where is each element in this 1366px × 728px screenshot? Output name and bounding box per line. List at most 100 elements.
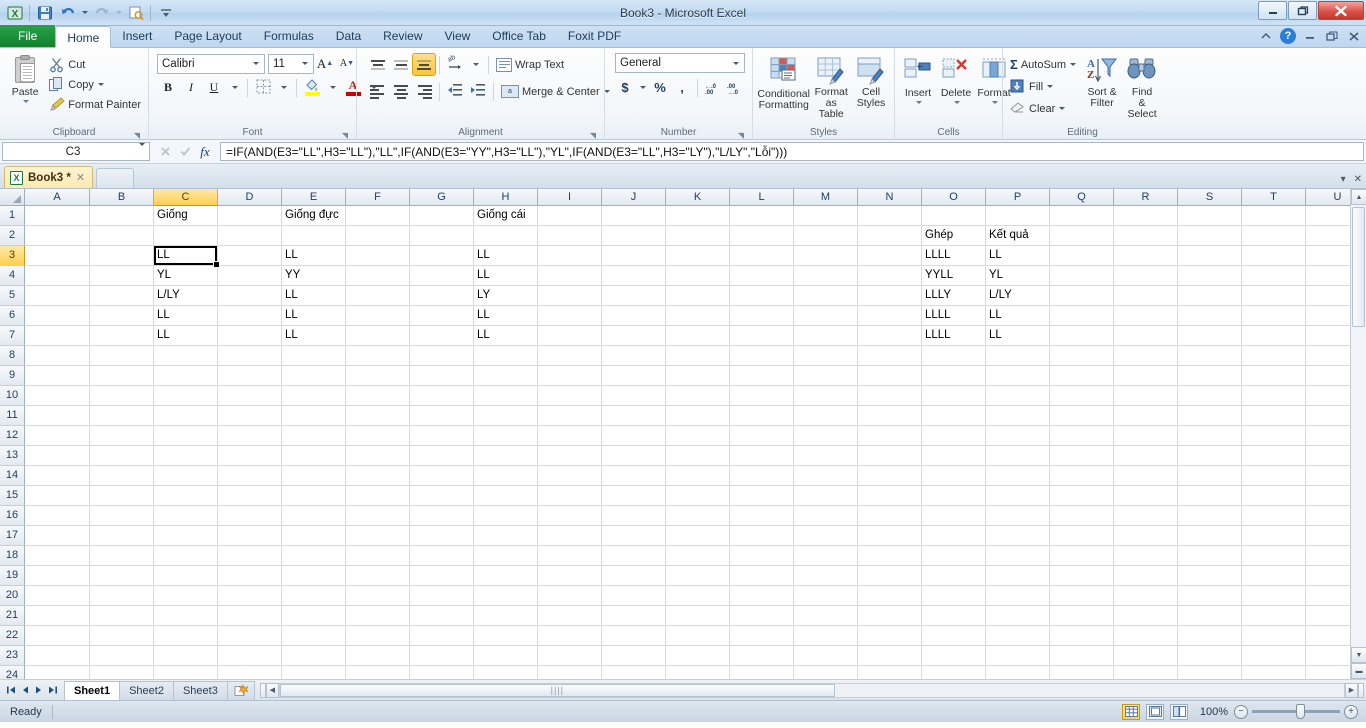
cell-H15[interactable]	[474, 486, 538, 506]
cell-G2[interactable]	[410, 226, 474, 246]
cell-D20[interactable]	[218, 586, 282, 606]
cell-J8[interactable]	[602, 346, 666, 366]
cell-H17[interactable]	[474, 526, 538, 546]
cell-P9[interactable]	[986, 366, 1050, 386]
cell-J14[interactable]	[602, 466, 666, 486]
ribbon-tab-home[interactable]: Home	[55, 26, 112, 48]
cancel-formula-icon[interactable]	[156, 143, 174, 161]
cell-I21[interactable]	[538, 606, 602, 626]
cell-P24[interactable]	[986, 666, 1050, 679]
cell-J15[interactable]	[602, 486, 666, 506]
cell-O3[interactable]: LLLL	[922, 246, 986, 266]
cell-M23[interactable]	[794, 646, 858, 666]
increase-indent-button[interactable]	[467, 81, 489, 102]
cell-A3[interactable]	[25, 246, 90, 266]
column-header-o[interactable]: O	[922, 189, 986, 206]
cell-Q7[interactable]	[1050, 326, 1114, 346]
column-header-s[interactable]: S	[1178, 189, 1242, 206]
cell-E21[interactable]	[282, 606, 346, 626]
cell-O13[interactable]	[922, 446, 986, 466]
cell-N19[interactable]	[858, 566, 922, 586]
alignment-dialog-launcher[interactable]: ◥	[588, 129, 598, 140]
cell-I10[interactable]	[538, 386, 602, 406]
cell-K9[interactable]	[666, 366, 730, 386]
cell-F20[interactable]	[346, 586, 410, 606]
cell-N14[interactable]	[858, 466, 922, 486]
cell-F1[interactable]	[346, 206, 410, 226]
cell-B7[interactable]	[90, 326, 154, 346]
cell-G18[interactable]	[410, 546, 474, 566]
column-header-t[interactable]: T	[1242, 189, 1306, 206]
cell-D12[interactable]	[218, 426, 282, 446]
cell-F14[interactable]	[346, 466, 410, 486]
cell-A23[interactable]	[25, 646, 90, 666]
cell-S12[interactable]	[1178, 426, 1242, 446]
cell-P20[interactable]	[986, 586, 1050, 606]
cell-B3[interactable]	[90, 246, 154, 266]
row-header-20[interactable]: 20	[0, 586, 25, 606]
wrap-text-button[interactable]: Wrap Text	[493, 55, 567, 74]
column-header-b[interactable]: B	[90, 189, 154, 206]
ribbon-tab-strip[interactable]: File Home Insert Page Layout Formulas Da…	[0, 25, 1366, 48]
cell-C15[interactable]	[154, 486, 218, 506]
sheet-tab-sheet3[interactable]: Sheet3	[172, 680, 228, 700]
worksheet-grid[interactable]: ABCDEFGHIJKLMNOPQRSTU 1 2 3 4 5 6 7 8 9 10 11 12 13 1…	[0, 189, 1366, 679]
cell-G24[interactable]	[410, 666, 474, 679]
cell-O17[interactable]	[922, 526, 986, 546]
customize-qat-icon[interactable]	[155, 2, 176, 23]
cell-J18[interactable]	[602, 546, 666, 566]
cell-P5[interactable]: L/LY	[986, 286, 1050, 306]
fill-color-dropdown-icon[interactable]	[324, 77, 341, 98]
cell-A5[interactable]	[25, 286, 90, 306]
cell-C14[interactable]	[154, 466, 218, 486]
cell-C13[interactable]	[154, 446, 218, 466]
cell-L5[interactable]	[730, 286, 794, 306]
cell-I20[interactable]	[538, 586, 602, 606]
clear-button[interactable]: Clear	[1007, 98, 1079, 119]
cell-D2[interactable]	[218, 226, 282, 246]
cell-H11[interactable]	[474, 406, 538, 426]
cell-O9[interactable]	[922, 366, 986, 386]
cell-S22[interactable]	[1178, 626, 1242, 646]
cell-P11[interactable]	[986, 406, 1050, 426]
cell-E18[interactable]	[282, 546, 346, 566]
format-painter-button[interactable]: Format Painter	[46, 95, 144, 114]
cell-I11[interactable]	[538, 406, 602, 426]
column-header-g[interactable]: G	[410, 189, 474, 206]
next-sheet-icon[interactable]	[33, 683, 45, 697]
cell-J19[interactable]	[602, 566, 666, 586]
office-tab-bar[interactable]: X Book3 * ✕ ▾ ✕	[0, 164, 1366, 189]
cell-I14[interactable]	[538, 466, 602, 486]
cell-P21[interactable]	[986, 606, 1050, 626]
cell-L1[interactable]	[730, 206, 794, 226]
cell-O6[interactable]: LLLL	[922, 306, 986, 326]
cell-styles-button[interactable]: Cell Styles	[852, 55, 890, 111]
cell-O19[interactable]	[922, 566, 986, 586]
cell-D8[interactable]	[218, 346, 282, 366]
cell-A10[interactable]	[25, 386, 90, 406]
cell-D19[interactable]	[218, 566, 282, 586]
cell-I13[interactable]	[538, 446, 602, 466]
cell-B6[interactable]	[90, 306, 154, 326]
cell-P22[interactable]	[986, 626, 1050, 646]
cell-E15[interactable]	[282, 486, 346, 506]
cell-K14[interactable]	[666, 466, 730, 486]
cell-L12[interactable]	[730, 426, 794, 446]
cell-J5[interactable]	[602, 286, 666, 306]
cell-A8[interactable]	[25, 346, 90, 366]
cell-I9[interactable]	[538, 366, 602, 386]
cell-B9[interactable]	[90, 366, 154, 386]
cell-N7[interactable]	[858, 326, 922, 346]
cell-M24[interactable]	[794, 666, 858, 679]
cell-M18[interactable]	[794, 546, 858, 566]
cell-I4[interactable]	[538, 266, 602, 286]
cell-S11[interactable]	[1178, 406, 1242, 426]
cell-H23[interactable]	[474, 646, 538, 666]
cell-M1[interactable]	[794, 206, 858, 226]
cell-O23[interactable]	[922, 646, 986, 666]
cell-O16[interactable]	[922, 506, 986, 526]
vertical-scrollbar[interactable]: ▲ ▼ ▬	[1350, 189, 1366, 679]
cell-P3[interactable]: LL	[986, 246, 1050, 266]
cell-S10[interactable]	[1178, 386, 1242, 406]
cell-Q4[interactable]	[1050, 266, 1114, 286]
